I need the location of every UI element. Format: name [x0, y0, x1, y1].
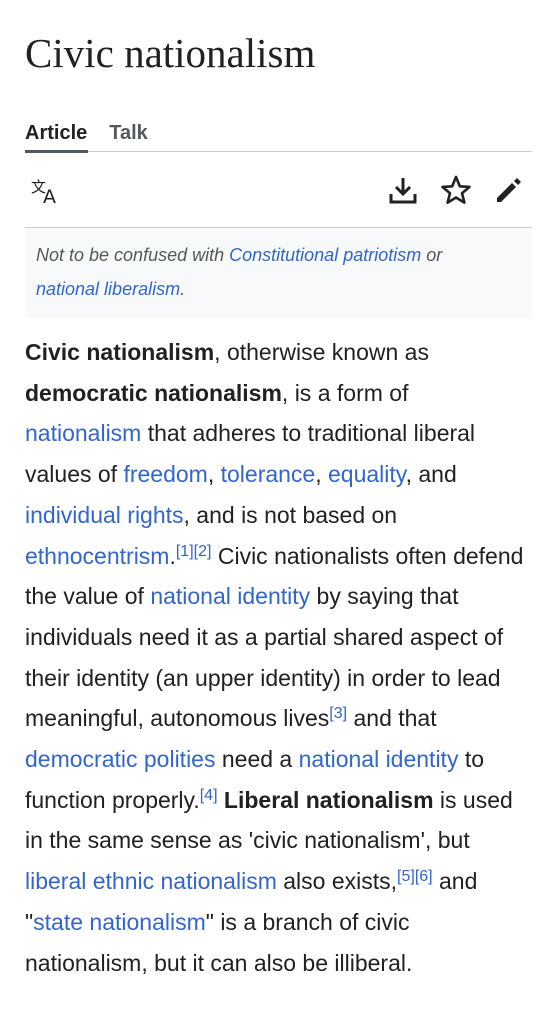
hatnote: Not to be confused with Constitutional p… [25, 228, 532, 318]
tab-talk[interactable]: Talk [109, 123, 148, 151]
page-title: Civic nationalism [25, 30, 316, 76]
text-run: , and [405, 461, 457, 488]
hatnote-prefix: Not to be confused with [36, 245, 230, 265]
link-freedom[interactable]: freedom [123, 461, 207, 487]
link-democratic-polities[interactable]: democratic polities [25, 746, 215, 772]
text-run: also exists, [276, 868, 398, 895]
reference-5[interactable]: [5] [397, 868, 415, 885]
reference-2[interactable]: [2] [194, 543, 212, 560]
link-national-identity[interactable]: national identity [150, 583, 310, 609]
page: Civic nationalism Article Talk 文 A Not t… [0, 0, 556, 983]
text-run: , [315, 461, 329, 488]
language-icon[interactable]: 文 A [29, 174, 63, 208]
text-run: , is a form of [281, 379, 409, 406]
download-icon[interactable] [386, 173, 420, 207]
text-run: and that [347, 705, 437, 732]
link-liberal-ethnic-nationalism[interactable]: liberal ethnic nationalism [25, 868, 277, 894]
hatnote-link-constitutional-patriotism[interactable]: Constitutional patriotism [229, 245, 421, 265]
bold-term: Civic nationalism [25, 339, 215, 365]
bold-term: Liberal nationalism [223, 786, 434, 813]
bold-term: democratic nationalism [25, 379, 282, 406]
reference-4[interactable]: [4] [200, 787, 218, 804]
star-icon[interactable] [439, 173, 473, 207]
text-run: , and is not based on [183, 501, 398, 528]
link-individual-rights[interactable]: individual rights [25, 502, 184, 528]
hatnote-middle: or [421, 245, 443, 265]
text-run: , [207, 461, 221, 488]
svg-text:A: A [43, 186, 56, 205]
text-run: need a [215, 746, 299, 773]
link-equality[interactable]: equality [328, 461, 406, 487]
page-actions-toolbar: 文 A [25, 154, 532, 228]
hatnote-suffix: . [180, 279, 186, 299]
article-lead-paragraph: Civic nationalism, otherwise known as dem… [25, 332, 532, 983]
link-nationalism[interactable]: nationalism [25, 420, 141, 446]
reference-3[interactable]: [3] [329, 705, 347, 722]
reference-6[interactable]: [6] [415, 868, 433, 885]
tab-article[interactable]: Article [25, 123, 87, 151]
page-actions-right [386, 173, 526, 207]
link-ethnocentrism[interactable]: ethnocentrism [25, 543, 169, 569]
reference-1[interactable]: [1] [176, 543, 194, 560]
tab-bar: Article Talk [25, 123, 532, 153]
link-tolerance[interactable]: tolerance [221, 461, 316, 487]
edit-icon[interactable] [492, 173, 526, 207]
link-national-identity-2[interactable]: national identity [299, 746, 459, 772]
hatnote-link-national-liberalism[interactable]: national liberalism [36, 279, 180, 299]
tab-divider [25, 151, 532, 152]
link-state-nationalism[interactable]: state nationalism [33, 909, 206, 935]
text-run: , otherwise known as [214, 339, 429, 365]
active-tab-indicator [25, 150, 88, 153]
